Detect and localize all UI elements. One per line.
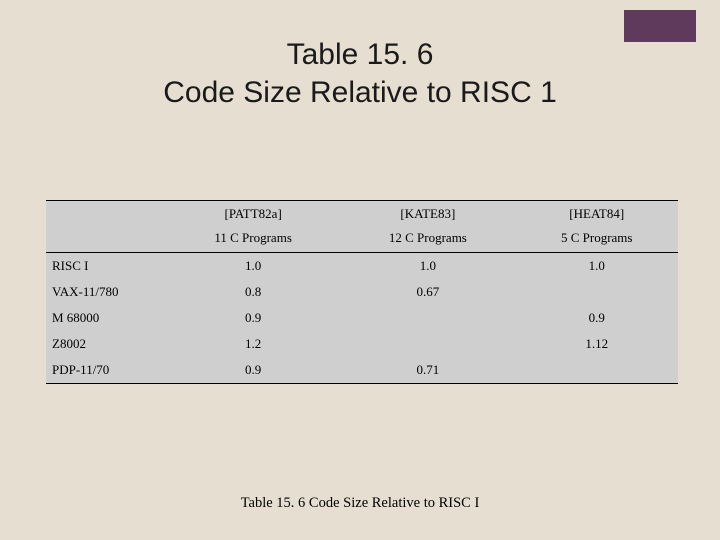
cell: [515, 279, 678, 305]
header-ref-2: [KATE83]: [340, 201, 515, 225]
row-label: RISC I: [46, 253, 166, 280]
cell: 1.12: [515, 331, 678, 357]
header-ref-1: [PATT82a]: [166, 201, 340, 225]
table-row: RISC I 1.0 1.0 1.0: [46, 253, 678, 280]
row-label: VAX-11/780: [46, 279, 166, 305]
slide-title: Table 15. 6 Code Size Relative to RISC 1: [0, 0, 720, 111]
cell: [340, 331, 515, 357]
header-blank: [46, 201, 166, 225]
table-row: M 68000 0.9 0.9: [46, 305, 678, 331]
cell: 0.8: [166, 279, 340, 305]
cell: 0.71: [340, 357, 515, 383]
row-label: M 68000: [46, 305, 166, 331]
table-header-row-refs: [PATT82a] [KATE83] [HEAT84]: [46, 201, 678, 225]
header-ref-3: [HEAT84]: [515, 201, 678, 225]
cell: 1.0: [340, 253, 515, 280]
title-line-2: Code Size Relative to RISC 1: [0, 74, 720, 112]
cell: [340, 305, 515, 331]
cell: 0.9: [166, 305, 340, 331]
cell: 1.0: [166, 253, 340, 280]
header-desc-2: 12 C Programs: [340, 225, 515, 253]
table-row: PDP-11/70 0.9 0.71: [46, 357, 678, 383]
cell: 0.67: [340, 279, 515, 305]
title-line-1: Table 15. 6: [0, 36, 720, 74]
header-desc-3: 5 C Programs: [515, 225, 678, 253]
table-row: Z8002 1.2 1.12: [46, 331, 678, 357]
row-label: Z8002: [46, 331, 166, 357]
table-row: VAX-11/780 0.8 0.67: [46, 279, 678, 305]
cell: [515, 357, 678, 383]
cell: 1.2: [166, 331, 340, 357]
header-blank2: [46, 225, 166, 253]
row-label: PDP-11/70: [46, 357, 166, 383]
data-table: [PATT82a] [KATE83] [HEAT84] 11 C Program…: [46, 200, 678, 384]
cell: 1.0: [515, 253, 678, 280]
cell: 0.9: [166, 357, 340, 383]
table-header-row-desc: 11 C Programs 12 C Programs 5 C Programs: [46, 225, 678, 253]
slide-caption: Table 15. 6 Code Size Relative to RISC I: [0, 495, 720, 512]
slide-accent-block: [624, 10, 696, 42]
cell: 0.9: [515, 305, 678, 331]
header-desc-1: 11 C Programs: [166, 225, 340, 253]
